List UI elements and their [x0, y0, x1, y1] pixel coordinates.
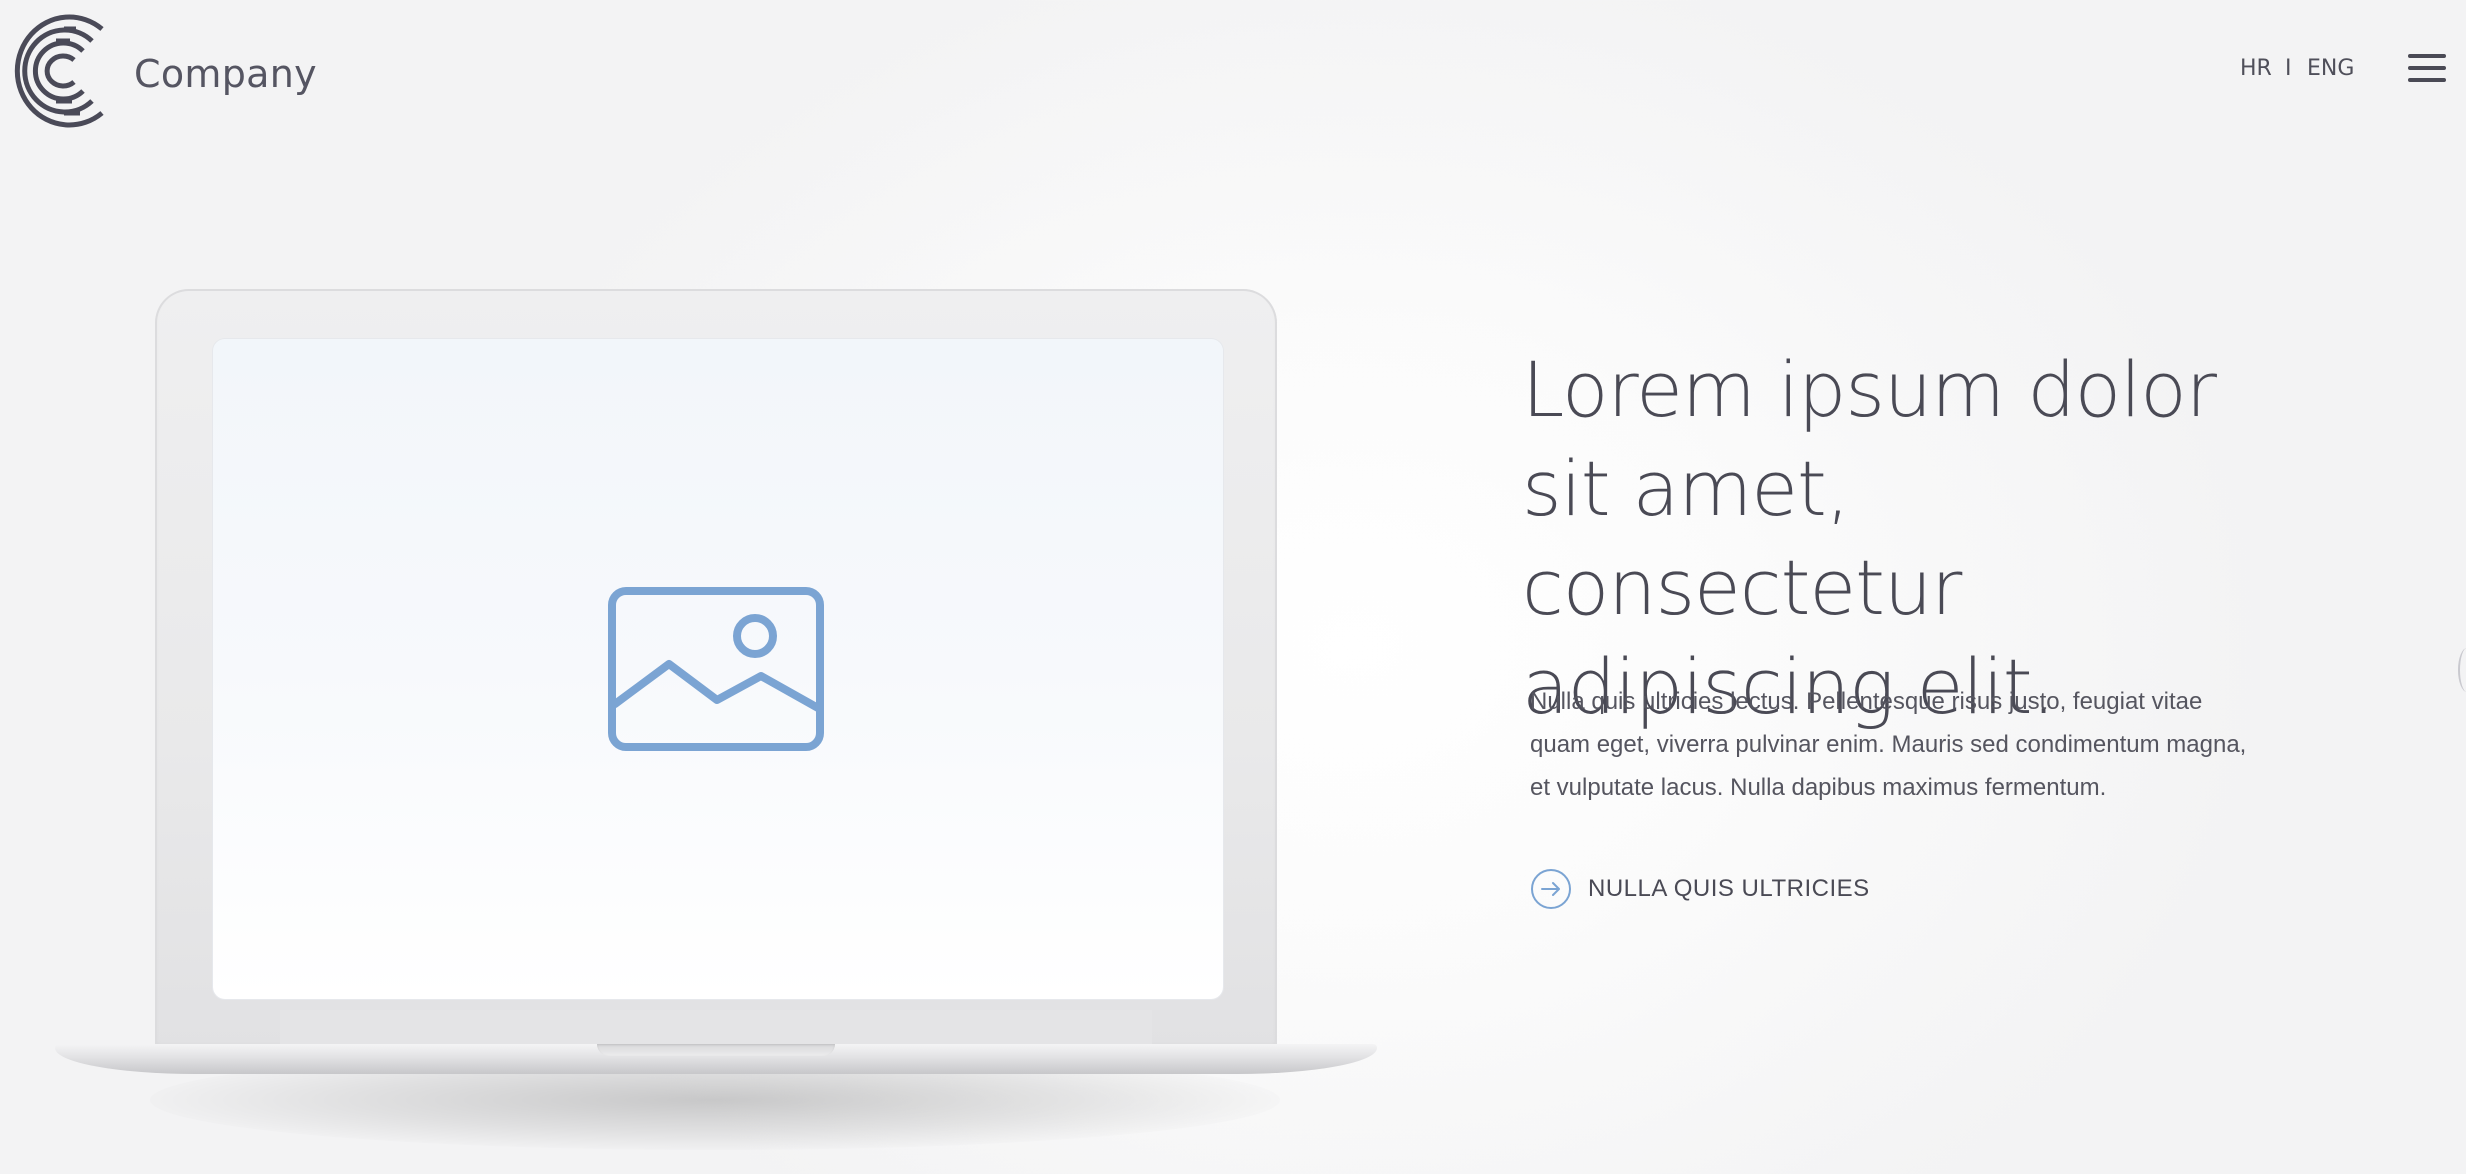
cta-button[interactable]: NULLA QUIS ULTRICIES: [1530, 867, 1870, 911]
laptop-notch: [597, 1044, 835, 1056]
lang-hr-link[interactable]: HR: [2240, 56, 2272, 81]
cta-label: NULLA QUIS ULTRICIES: [1588, 875, 1870, 902]
arrow-right-circle-icon: [1531, 869, 1571, 909]
lang-separator: I: [2285, 56, 2292, 81]
laptop-hinge: [280, 1010, 1152, 1044]
carousel-edge-arrow[interactable]: [2458, 648, 2466, 692]
menu-bar: [2408, 66, 2446, 70]
menu-bar: [2408, 78, 2446, 82]
hero-title: Lorem ipsum dolor sit amet, consectetur …: [1522, 345, 2217, 731]
lang-eng-link[interactable]: ENG: [2307, 56, 2354, 81]
laptop-mockup: [0, 0, 1400, 1174]
hero-description: Nulla quis ultricies lectus. Pellentesqu…: [1530, 688, 2247, 801]
menu-bar: [2408, 54, 2446, 58]
hamburger-menu-icon[interactable]: [2408, 54, 2446, 82]
image-placeholder-icon: [608, 587, 824, 751]
